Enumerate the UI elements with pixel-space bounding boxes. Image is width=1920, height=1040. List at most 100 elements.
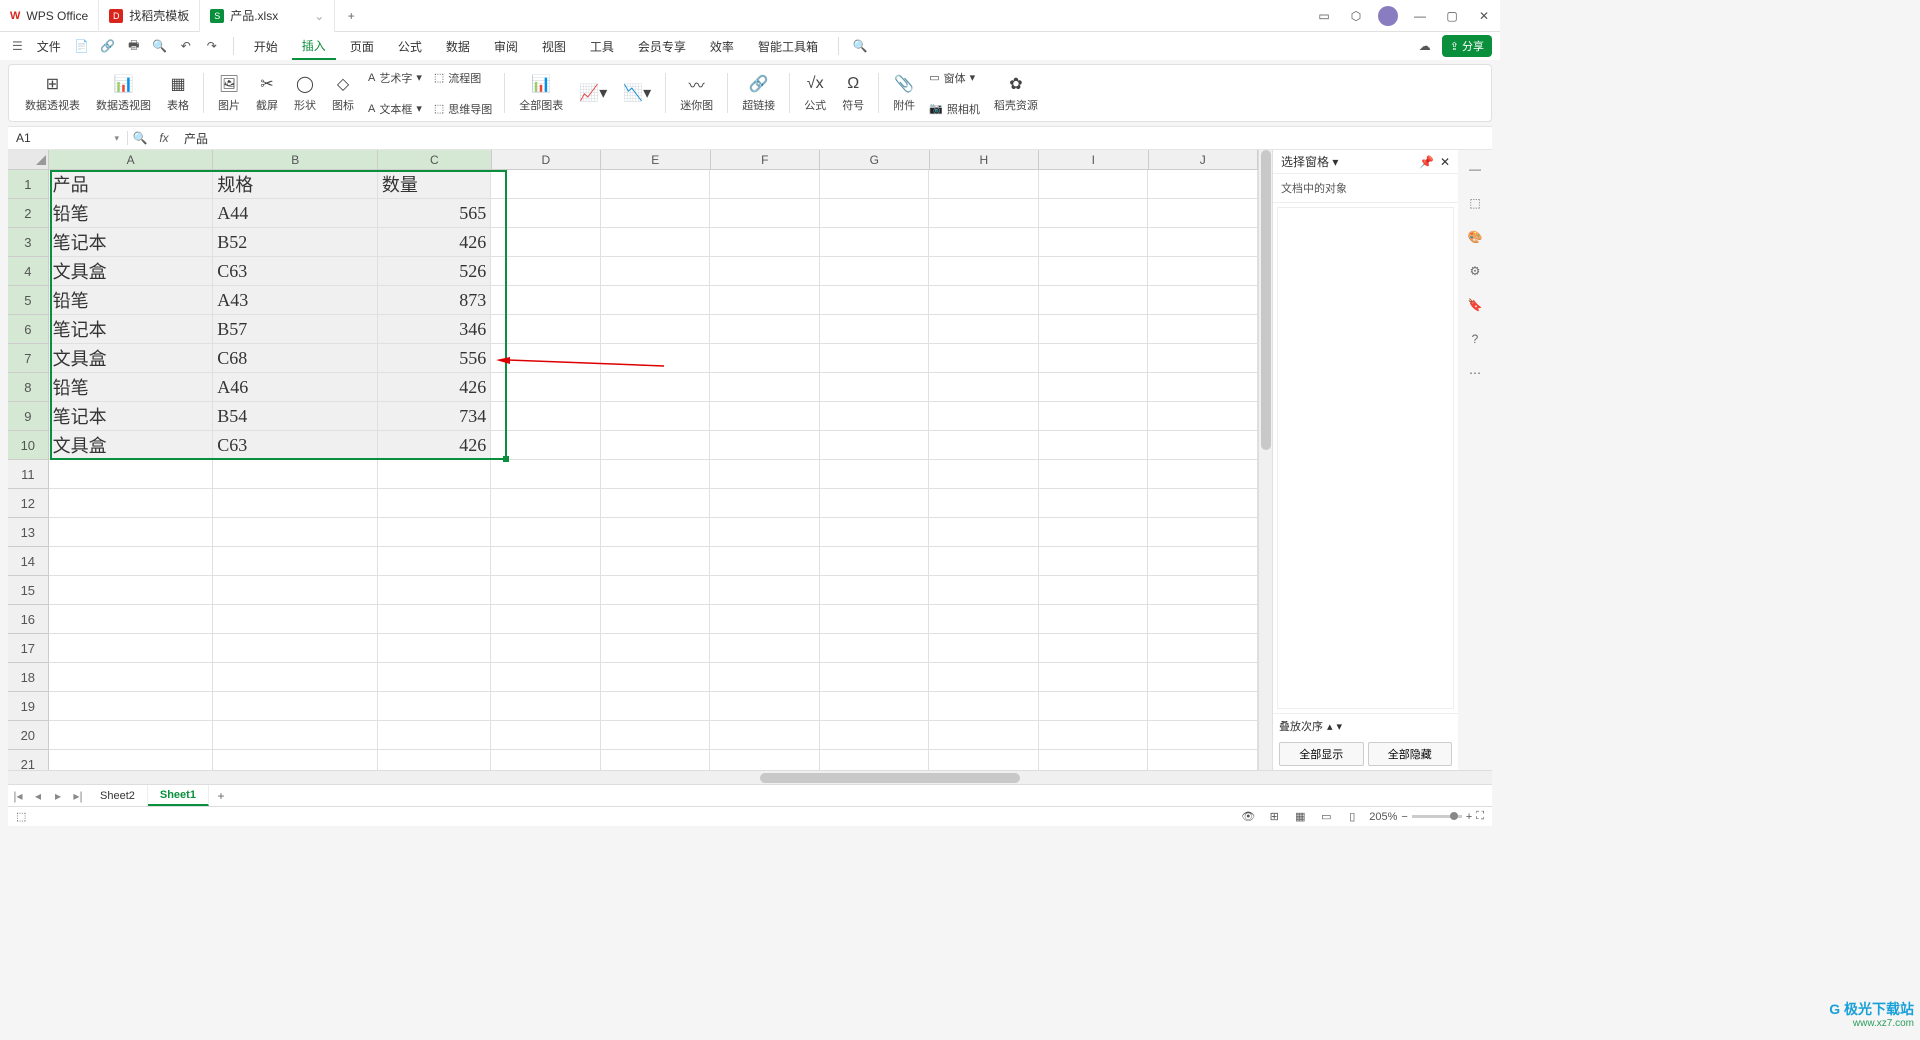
cell[interactable] [1039, 692, 1149, 721]
cell[interactable] [929, 257, 1039, 286]
redo-icon[interactable]: ↷ [201, 35, 223, 57]
ribbon-pivot-chart[interactable]: 📊数据透视图 [88, 65, 159, 121]
cell[interactable] [820, 373, 930, 402]
ribbon-symbol[interactable]: Ω符号 [834, 65, 872, 121]
cell[interactable] [213, 489, 378, 518]
select-all-corner[interactable] [8, 150, 49, 169]
cell[interactable] [1039, 170, 1149, 199]
cell[interactable] [1148, 344, 1258, 373]
menu-file[interactable]: 文件 [31, 38, 67, 55]
row-header[interactable]: 7 [8, 344, 49, 373]
row-header[interactable]: 3 [8, 228, 49, 257]
cell[interactable] [1148, 402, 1258, 431]
row-header[interactable]: 6 [8, 315, 49, 344]
cell[interactable] [929, 663, 1039, 692]
cell[interactable] [491, 489, 601, 518]
cell[interactable] [49, 576, 214, 605]
cell[interactable]: B52 [213, 228, 378, 257]
cell[interactable] [49, 460, 214, 489]
cell[interactable] [710, 634, 820, 663]
cloud-icon[interactable]: ☁ [1414, 35, 1436, 57]
cell[interactable]: 文具盒 [49, 257, 214, 286]
cell[interactable] [213, 634, 378, 663]
cell[interactable]: 铅笔 [49, 199, 214, 228]
cell[interactable] [820, 344, 930, 373]
ribbon-textbox[interactable]: A 文本框 ▾ [368, 94, 422, 123]
cell[interactable] [213, 663, 378, 692]
sheet-nav-prev[interactable]: ◂ [28, 789, 48, 803]
cell[interactable] [1039, 373, 1149, 402]
row-header[interactable]: 13 [8, 518, 49, 547]
cell[interactable] [929, 228, 1039, 257]
cell[interactable] [929, 286, 1039, 315]
ribbon-hyperlink[interactable]: 🔗超链接 [734, 65, 783, 121]
cell[interactable]: C68 [213, 344, 378, 373]
cell[interactable] [491, 199, 601, 228]
cell[interactable]: 565 [378, 199, 491, 228]
row-header[interactable]: 2 [8, 199, 49, 228]
ribbon-screenshot[interactable]: ✂截屏 [248, 65, 286, 121]
cell[interactable] [601, 721, 711, 750]
cell[interactable] [929, 199, 1039, 228]
row-header[interactable]: 10 [8, 431, 49, 460]
undo-icon[interactable]: ↶ [175, 35, 197, 57]
cell[interactable] [710, 315, 820, 344]
cell[interactable] [491, 344, 601, 373]
maximize-button[interactable]: ▢ [1436, 0, 1468, 32]
cell[interactable]: 426 [378, 373, 491, 402]
cell[interactable] [378, 634, 491, 663]
cell[interactable] [49, 750, 214, 770]
col-header-f[interactable]: F [711, 150, 821, 169]
cell[interactable] [710, 460, 820, 489]
cell[interactable] [49, 489, 214, 518]
cell[interactable] [601, 228, 711, 257]
cell[interactable]: C63 [213, 431, 378, 460]
cell[interactable]: 铅笔 [49, 286, 214, 315]
cell[interactable] [491, 692, 601, 721]
tab-wps[interactable]: W WPS Office [0, 0, 99, 32]
cell[interactable]: B54 [213, 402, 378, 431]
cell[interactable] [820, 576, 930, 605]
cell[interactable] [1148, 576, 1258, 605]
cell[interactable]: 426 [378, 431, 491, 460]
cell[interactable] [710, 257, 820, 286]
cell[interactable] [601, 750, 711, 770]
cell[interactable] [929, 315, 1039, 344]
cell[interactable] [491, 634, 601, 663]
formula-input[interactable]: 产品 [176, 130, 1492, 147]
cell[interactable] [820, 286, 930, 315]
spreadsheet-grid[interactable]: A B C D E F G H I J 1产品规格数量2铅笔A445653笔记本… [8, 150, 1258, 770]
cell[interactable] [378, 750, 491, 770]
cell[interactable] [710, 576, 820, 605]
cell[interactable] [820, 750, 930, 770]
cell[interactable]: 426 [378, 228, 491, 257]
cell[interactable]: A44 [213, 199, 378, 228]
cell[interactable] [1148, 170, 1258, 199]
cell[interactable] [491, 460, 601, 489]
cell[interactable] [820, 402, 930, 431]
page-view-icon[interactable]: ▭ [1317, 810, 1335, 823]
cell[interactable] [213, 605, 378, 634]
cell[interactable] [491, 170, 601, 199]
settings-icon[interactable]: ⚙ [1464, 260, 1486, 282]
cell[interactable] [601, 663, 711, 692]
cell[interactable] [1148, 721, 1258, 750]
menutab-review[interactable]: 审阅 [484, 34, 528, 59]
cell[interactable] [491, 547, 601, 576]
cell[interactable] [49, 547, 214, 576]
link-icon[interactable]: 🔗 [97, 35, 119, 57]
cell[interactable] [601, 431, 711, 460]
style-icon[interactable]: 🎨 [1464, 226, 1486, 248]
cell[interactable] [491, 576, 601, 605]
cell[interactable] [929, 605, 1039, 634]
cell[interactable] [820, 721, 930, 750]
row-header[interactable]: 1 [8, 170, 49, 199]
cell[interactable] [378, 489, 491, 518]
col-header-j[interactable]: J [1149, 150, 1258, 169]
cell[interactable] [820, 228, 930, 257]
menutab-insert[interactable]: 插入 [292, 33, 336, 60]
select-tool-icon[interactable]: ⬚ [1464, 192, 1486, 214]
ribbon-equation[interactable]: √x公式 [796, 65, 834, 121]
menutab-page[interactable]: 页面 [340, 34, 384, 59]
reading-view-icon[interactable]: ▯ [1343, 810, 1361, 823]
